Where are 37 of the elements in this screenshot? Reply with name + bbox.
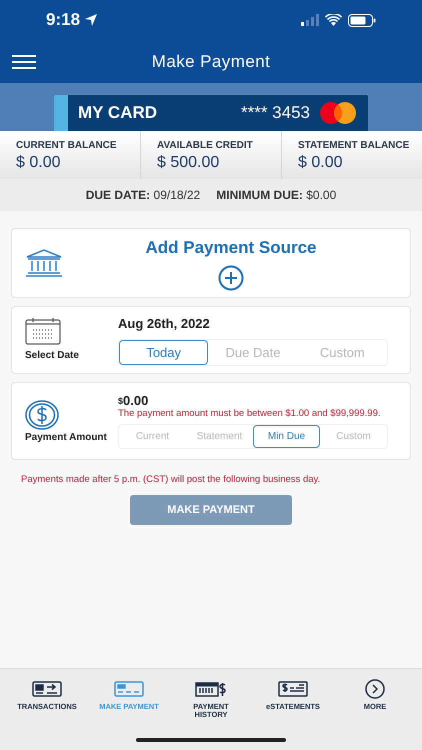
- status-time: 9:18: [46, 9, 80, 32]
- chevron-circle-icon: [365, 679, 385, 699]
- battery-icon: [348, 14, 376, 26]
- segment-option[interactable]: Min Due: [253, 424, 320, 448]
- balance-value: $ 0.00: [16, 152, 62, 172]
- balance-label: AVAILABLE CREDIT: [157, 138, 254, 152]
- menu-button[interactable]: [12, 52, 36, 70]
- signal-icon: [301, 14, 319, 26]
- cutoff-notice: Payments made after 5 p.m. (CST) will post the following business day.: [20, 473, 322, 487]
- balance-label: STATEMENT BALANCE: [298, 138, 410, 152]
- segment-option[interactable]: Today: [119, 340, 208, 365]
- bank-icon: [25, 249, 63, 277]
- minimum-due: MINIMUM DUE: $0.00: [216, 187, 336, 204]
- amount-error-message: The payment amount must be between $1.00 and $99,999.99.: [118, 408, 382, 420]
- balance-label: CURRENT BALANCE: [16, 138, 118, 152]
- payment-source-card[interactable]: Add Payment Source: [11, 228, 411, 298]
- calendar-icon: [25, 317, 61, 345]
- calendar-dollar-icon: [195, 681, 227, 697]
- payment-amount-value: $0.00: [118, 394, 150, 408]
- add-icon: [218, 264, 244, 291]
- check-icon: [278, 681, 308, 697]
- select-date-label: Select Date: [25, 349, 79, 363]
- card-brand-logo: [318, 101, 358, 125]
- menu-icon: [12, 54, 36, 68]
- card-name: MY CARD: [78, 102, 158, 124]
- page-title: Make Payment: [152, 50, 270, 73]
- card-icon: [114, 681, 144, 697]
- selected-date: Aug 26th, 2022: [118, 315, 211, 334]
- balance-value: $ 0.00: [298, 152, 344, 172]
- card-number: **** 3453: [240, 102, 310, 124]
- add-payment-source-title: Add Payment Source: [146, 237, 316, 260]
- wifi-icon: [325, 14, 342, 26]
- payment-amount-label: Payment Amount: [25, 432, 107, 442]
- dollar-circle-icon: [25, 400, 59, 430]
- balance-value: $ 500.00: [157, 152, 220, 172]
- location-arrow-icon: [84, 13, 98, 27]
- due-date: DUE DATE: 09/18/22: [86, 187, 200, 204]
